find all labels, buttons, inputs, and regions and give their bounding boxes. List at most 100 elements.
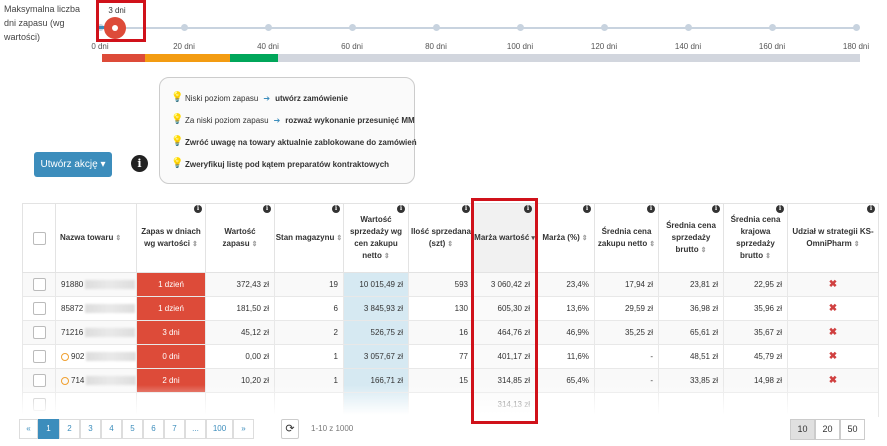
table-cell: 3 845,93 zł — [343, 296, 409, 321]
slider-tick-label: 180 dni — [842, 42, 870, 51]
col-header-stock-value[interactable]: i Wartość zapasu ⇕ — [205, 203, 275, 273]
warning-icon — [61, 376, 69, 385]
table-cell: 65,61 zł — [658, 320, 724, 345]
table-cell: 46,9% — [535, 320, 595, 345]
page-size-option[interactable]: 10 — [790, 419, 815, 440]
slider-tick-dot — [433, 24, 440, 31]
slider-tick-dot — [769, 24, 776, 31]
info-icon: i — [462, 205, 470, 213]
pagination-page[interactable]: ... — [185, 419, 206, 439]
tip-item: 💡 Za niski poziom zapasu ➔ rozważ wykonanie… — [171, 114, 415, 126]
table-cell: 372,43 zł — [205, 272, 275, 297]
slider-track[interactable] — [96, 27, 856, 29]
col-header-sold-qty[interactable]: i Ilość sprzedana (szt) ⇕ — [408, 203, 474, 273]
col-header-name[interactable]: Nazwa towaru ⇕ — [55, 203, 137, 273]
table-cell: 1 — [274, 344, 344, 369]
pagination-page[interactable]: 7 — [164, 419, 185, 439]
table-row[interactable]: 91880 1 dzień 372,43 zł 19 10 015,49 zł 593 3 … — [22, 272, 879, 297]
info-icon: i — [583, 205, 591, 213]
table-cell: 1 dzień — [136, 272, 206, 297]
slider-tick-dot — [601, 24, 608, 31]
table-cell: 85872 — [55, 296, 137, 321]
redacted-name — [86, 352, 136, 362]
redacted-name — [85, 280, 136, 290]
remove-cross-icon[interactable]: ✖ — [787, 272, 879, 297]
info-icon: i — [332, 205, 340, 213]
warning-icon — [61, 352, 69, 361]
table-cell: 6 — [274, 296, 344, 321]
slider-tick-label: 20 dni — [173, 42, 195, 51]
tip-text: Za niski poziom zapasu — [185, 115, 269, 125]
sort-icon: ⇕ — [581, 234, 588, 242]
table-cell: 13,6% — [535, 296, 595, 321]
pagination-page[interactable]: 100 — [206, 419, 233, 439]
sort-icon: ⇕ — [765, 252, 771, 260]
tip-item: 💡 Zwróć uwagę na towary aktualnie zabloko… — [171, 136, 417, 148]
redacted-name — [85, 304, 136, 314]
slider-tick-label: 120 dni — [590, 42, 618, 51]
row-checkbox[interactable] — [32, 326, 46, 339]
row-checkbox[interactable] — [32, 350, 46, 363]
tip-bold: utwórz zamówienie — [275, 93, 348, 103]
sort-icon: ⇕ — [853, 240, 860, 248]
pagination-page[interactable]: 1 — [38, 419, 59, 439]
row-checkbox[interactable] — [32, 302, 46, 315]
table-row[interactable]: 902 0 dni 0,00 zł 1 3 057,67 zł 77 401,17 zł 11… — [22, 344, 879, 369]
col-header-strategy[interactable]: i Udział w strategii KS-OmniPharm ⇕ — [787, 203, 879, 273]
col-header-sales-value[interactable]: i Wartość sprzedaży wg cen zakupu netto ⇕ — [343, 203, 409, 273]
tip-item: 💡 Niski poziom zapasu ➔ utwórz zamówienie — [171, 92, 348, 104]
pagination-next[interactable]: » — [233, 419, 254, 439]
row-select-cell — [22, 272, 56, 297]
product-code: 902 — [71, 351, 85, 361]
table-cell: 3 dni — [136, 320, 206, 345]
col-header-margin-pct[interactable]: i Marża (%) ⇕ — [535, 203, 595, 273]
row-select-cell — [22, 344, 56, 369]
sort-icon: ⇕ — [191, 240, 198, 248]
tip-bold: Zwróć uwagę na towary aktualnie zablokow… — [185, 137, 417, 147]
select-all-header — [22, 203, 56, 273]
col-header-avg-purchase[interactable]: i Średnia cena zakupu netto ⇕ — [594, 203, 659, 273]
sort-icon: ⇕ — [383, 252, 390, 260]
table-cell: 130 — [408, 296, 474, 321]
page-size-option[interactable]: 50 — [840, 419, 865, 440]
pagination-page[interactable]: 6 — [143, 419, 164, 439]
table-cell: 19 — [274, 272, 344, 297]
col-header-avg-national[interactable]: i Średnia cena krajowa sprzedaży brutto ⇕ — [723, 203, 788, 273]
info-icon[interactable]: i — [131, 155, 148, 172]
remove-cross-icon[interactable]: ✖ — [787, 320, 879, 345]
sort-icon: ⇕ — [447, 240, 454, 248]
col-header-stock-qty[interactable]: i Stan magazynu ⇕ — [274, 203, 344, 273]
table-cell: 71216 — [55, 320, 137, 345]
table-row[interactable]: 71216 3 dni 45,12 zł 2 526,75 zł 16 464,76 zł 4… — [22, 320, 879, 345]
legend-segment-green — [230, 54, 278, 62]
col-header-avg-sale[interactable]: i Średnia cena sprzedaży brutto ⇕ — [658, 203, 724, 273]
create-action-button[interactable]: Utwórz akcję ▾ — [34, 152, 112, 177]
table-cell: 10 015,49 zł — [343, 272, 409, 297]
arrow-icon: ➔ — [263, 93, 271, 103]
pagination-page[interactable]: 2 — [59, 419, 80, 439]
table-cell: 16 — [408, 320, 474, 345]
page-size-option[interactable]: 20 — [815, 419, 840, 440]
col-header-stock-days[interactable]: i Zapas w dniach wg wartości ⇕ — [136, 203, 206, 273]
pagination-page[interactable]: 4 — [101, 419, 122, 439]
remove-cross-icon[interactable]: ✖ — [787, 296, 879, 321]
slider-tick-dot — [181, 24, 188, 31]
lightbulb-icon: 💡 — [171, 158, 184, 169]
remove-cross-icon[interactable]: ✖ — [787, 344, 879, 369]
refresh-icon[interactable]: ⟳ — [281, 419, 299, 439]
table-cell: 0,00 zł — [205, 344, 275, 369]
highlight-box-slider — [96, 0, 146, 42]
pagination-page[interactable]: 5 — [122, 419, 143, 439]
table-cell: 23,4% — [535, 272, 595, 297]
row-checkbox[interactable] — [32, 278, 46, 291]
select-all-checkbox[interactable] — [32, 231, 46, 245]
pagination-page[interactable]: 3 — [80, 419, 101, 439]
info-icon: i — [712, 205, 720, 213]
info-icon: i — [867, 205, 875, 213]
table-row[interactable]: 85872 1 dzień 181,50 zł 6 3 845,93 zł 130 605,… — [22, 296, 879, 321]
arrow-icon: ➔ — [273, 115, 281, 125]
redacted-name — [85, 328, 136, 338]
sort-icon: ⇕ — [700, 246, 707, 254]
pagination-prev[interactable]: « — [19, 419, 38, 439]
table-cell: 181,50 zł — [205, 296, 275, 321]
